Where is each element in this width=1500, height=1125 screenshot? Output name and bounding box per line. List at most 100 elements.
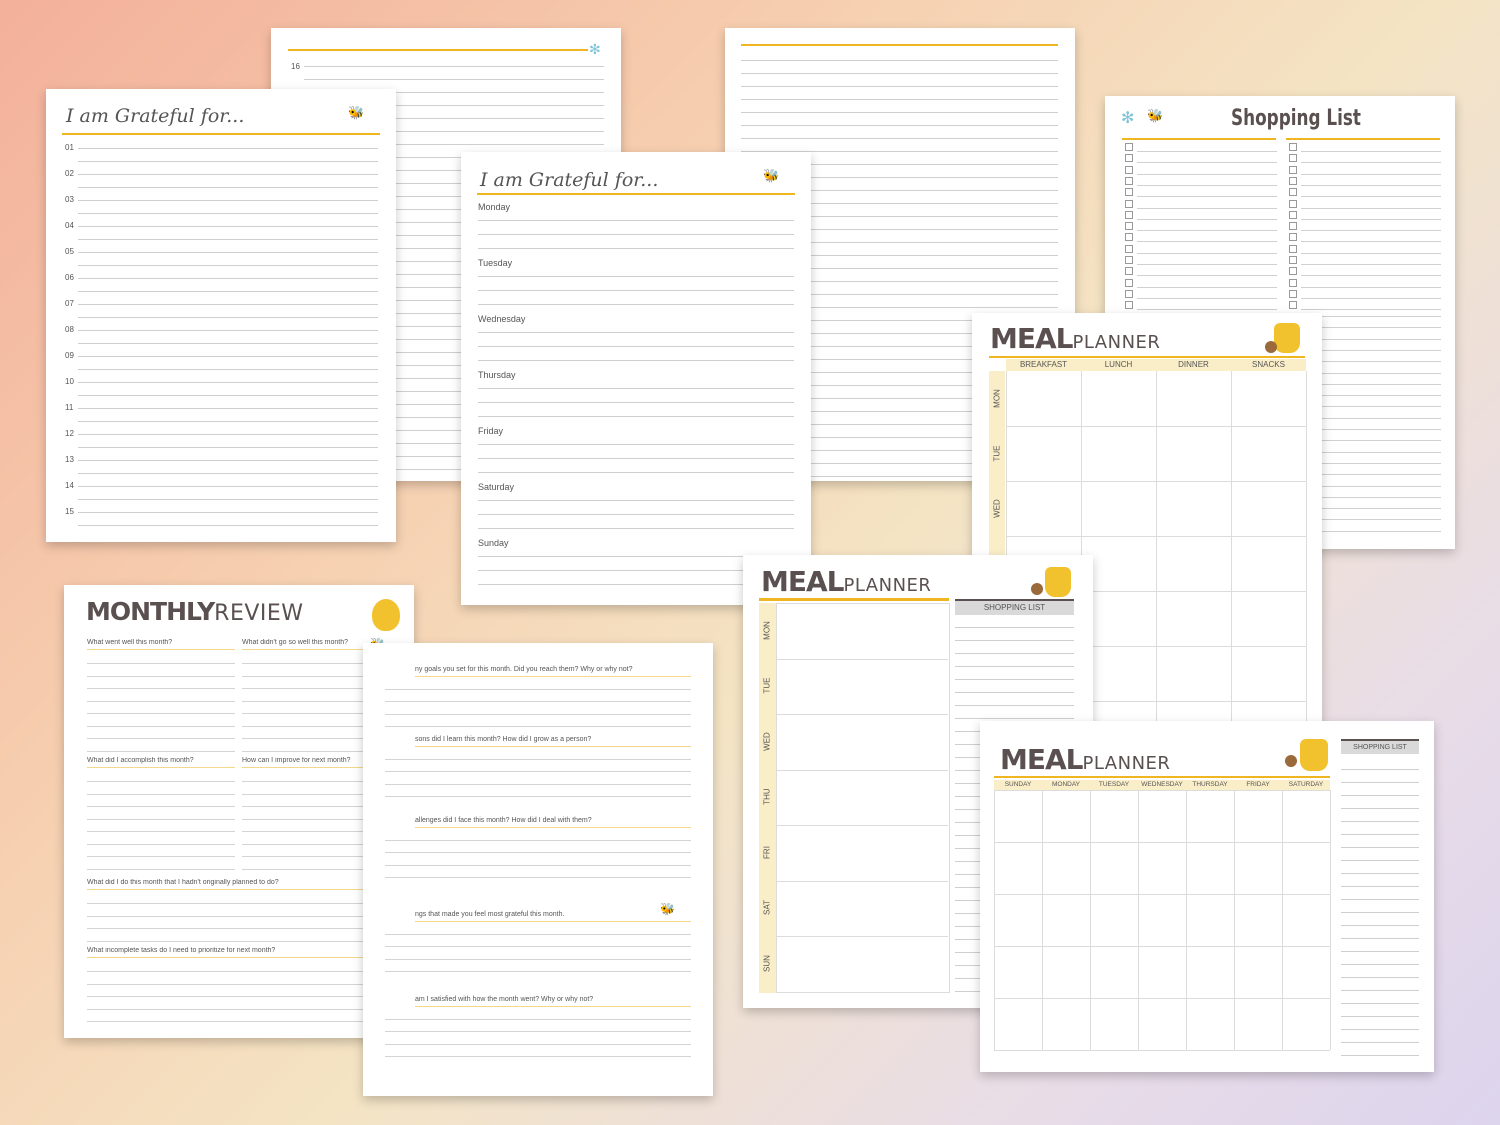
beehive-icon	[372, 599, 400, 631]
answer-line	[87, 818, 235, 820]
day-label: WED	[992, 498, 1002, 518]
grid-vline	[1306, 371, 1307, 733]
checkbox	[1125, 267, 1133, 276]
item-line	[1301, 508, 1441, 510]
row-line	[78, 525, 378, 526]
grid-hline	[1006, 481, 1306, 482]
answer-line	[385, 864, 691, 866]
item-line	[1301, 372, 1441, 374]
answer-line	[87, 903, 392, 904]
day-label: Friday	[478, 426, 504, 436]
answer-line	[87, 983, 392, 985]
day-line	[478, 444, 794, 445]
day-label: TUE	[762, 677, 772, 694]
question-rule	[415, 676, 691, 677]
grid-hline	[776, 936, 948, 937]
day-line	[478, 346, 794, 347]
item-line	[1137, 207, 1277, 209]
day-line	[478, 304, 794, 305]
grid-hline	[994, 1050, 1330, 1051]
item-line	[1301, 519, 1441, 521]
row-line	[78, 265, 378, 266]
answer-line	[87, 793, 235, 795]
answer-line	[87, 725, 235, 727]
checkbox	[1289, 289, 1297, 298]
checkbox	[1125, 233, 1133, 242]
row-line	[78, 148, 378, 149]
day-line	[478, 234, 794, 235]
row-line	[78, 382, 378, 383]
accent-rule	[989, 356, 1305, 358]
row-line	[78, 226, 378, 227]
row-number: 06	[65, 273, 74, 282]
bee-icon: 🐝	[348, 105, 365, 120]
grid-hline	[994, 842, 1330, 843]
answer-line	[385, 877, 691, 878]
item-line	[1301, 530, 1441, 532]
bee-icon: 🐝	[763, 168, 780, 183]
answer-line	[87, 750, 235, 752]
item-line	[1301, 264, 1441, 265]
question-rule	[415, 1006, 691, 1007]
item-line	[1301, 241, 1441, 243]
checkbox	[1125, 188, 1133, 197]
row-line	[78, 447, 378, 448]
row-line	[78, 239, 378, 240]
honey-dipper-icon	[1285, 755, 1297, 767]
grateful-title: I am Grateful for...	[66, 105, 245, 127]
row-number: 08	[65, 325, 74, 334]
checkbox	[1289, 222, 1297, 231]
item-line	[1137, 162, 1277, 164]
question-rule	[87, 649, 235, 650]
meal-planner-monthly-page: MEALPLANNER SHOPPING LIST SUNDAY MONDAY TU…	[980, 721, 1434, 1072]
row-line	[78, 356, 378, 357]
row-number: 14	[65, 481, 74, 490]
row-number: 12	[65, 429, 74, 438]
item-line	[1137, 173, 1277, 175]
answer-line	[385, 796, 691, 797]
grateful-list-page: I am Grateful for... 🐝 01 02 03 04 05 06 07 08 0…	[46, 89, 396, 542]
row-number: 15	[65, 507, 74, 516]
item-line	[1301, 275, 1441, 277]
brand-title: MONTHLYREVIEW	[86, 597, 304, 626]
day-line	[478, 472, 794, 473]
shopping-title: Shopping List	[1231, 106, 1361, 131]
flower-icon: ✻	[1121, 110, 1135, 127]
answer-line	[385, 771, 691, 772]
checkbox	[1125, 289, 1133, 298]
item-line	[1301, 151, 1441, 152]
brand-meal: MEAL	[990, 322, 1074, 355]
checkbox	[1289, 199, 1297, 208]
day-header: SUNDAY	[1004, 781, 1032, 788]
checkbox	[1125, 154, 1133, 163]
row-number: 10	[65, 377, 74, 386]
grid-vline	[1186, 790, 1187, 1050]
answer-line	[87, 713, 235, 714]
day-line	[478, 416, 794, 417]
question-label: sons did I learn this month? How did I g…	[415, 736, 592, 743]
row-line	[78, 499, 378, 500]
checkbox	[1125, 210, 1133, 219]
answer-line	[385, 958, 691, 960]
checkbox	[1289, 188, 1297, 197]
brand-title: MEALPLANNER	[990, 322, 1160, 355]
day-label: MON	[992, 388, 1002, 408]
checkbox	[1125, 301, 1133, 310]
answer-line	[385, 726, 691, 727]
checkbox	[1125, 278, 1133, 287]
item-line	[1137, 286, 1277, 288]
answer-line	[385, 946, 691, 947]
item-line	[1137, 230, 1277, 232]
grid-vline	[994, 790, 995, 1050]
answer-line	[385, 852, 691, 853]
question-label: am I satisfied with how the month went? …	[415, 996, 594, 1003]
answer-line	[385, 713, 691, 715]
item-line	[1301, 462, 1441, 464]
day-line	[478, 514, 794, 515]
checkbox	[1289, 143, 1297, 151]
answer-line	[385, 758, 691, 760]
item-line	[1301, 485, 1441, 487]
item-line	[1301, 207, 1441, 209]
row-line	[78, 174, 378, 175]
grid-hline	[994, 790, 1330, 791]
